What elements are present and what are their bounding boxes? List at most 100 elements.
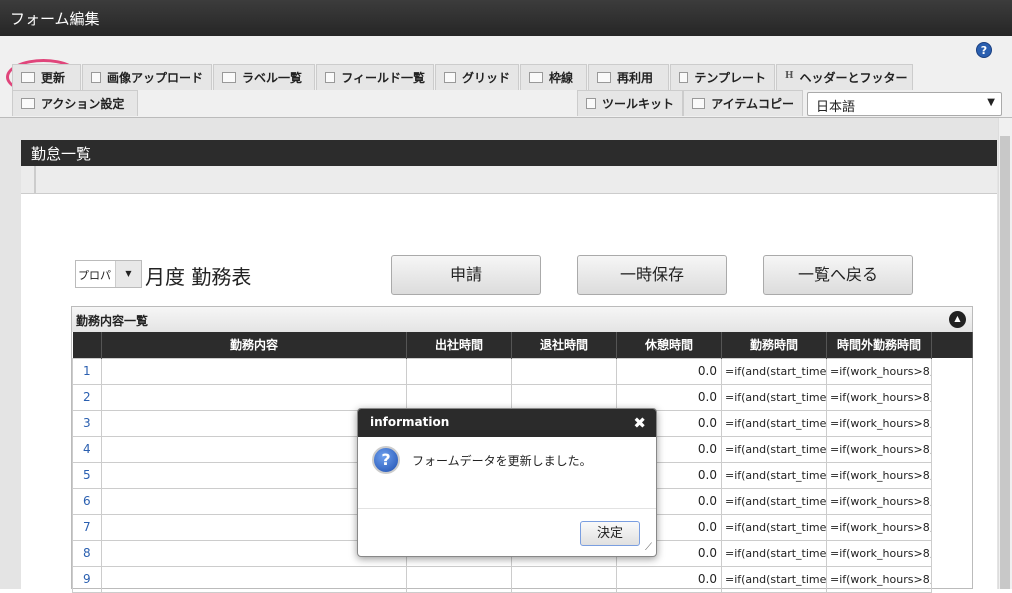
table-cell[interactable]: =if(work_hours>8, — [826, 513, 932, 541]
table-cell[interactable]: =if(work_hours>8, — [826, 435, 932, 463]
table-cell[interactable]: =if(work_hours>8, — [826, 539, 932, 567]
tab-reuse[interactable]: 再利用 — [588, 64, 669, 90]
list-icon — [222, 72, 236, 83]
tab-label: ヘッダーとフッター — [799, 71, 908, 85]
close-icon[interactable]: ✖ — [633, 414, 646, 432]
column-header — [72, 332, 102, 358]
apply-button[interactable]: 申請 — [391, 255, 541, 295]
table-cell[interactable]: =if(work_hours>8, — [826, 357, 932, 385]
grid-icon — [444, 72, 456, 83]
month-value: プロパ — [78, 269, 111, 282]
tab-field-list[interactable]: フィールド一覧 — [316, 64, 434, 90]
toolbox-icon — [586, 98, 596, 109]
tab-label: テンプレート — [694, 71, 766, 85]
column-header: 時間外勤務時間 — [826, 332, 932, 358]
tab-label: ツールキット — [601, 97, 674, 111]
tab-grid[interactable]: グリッド — [435, 64, 519, 90]
table-cell[interactable]: =if(and(start_time> — [721, 513, 827, 541]
tab-label: 画像アップロード — [106, 71, 203, 85]
table-cell[interactable] — [511, 565, 617, 593]
ok-button[interactable]: 決定 — [580, 521, 640, 546]
table-cell[interactable]: 0.0 — [616, 383, 722, 411]
list-icon — [325, 72, 336, 83]
dialog-message: フォームデータを更新しました。 — [412, 454, 592, 468]
table-row: 9 0.0 =if(and(start_time> =if(work_hours>8, — [72, 565, 973, 593]
table-cell[interactable] — [406, 383, 512, 411]
table-cell — [931, 462, 973, 488]
table-cell — [931, 514, 973, 540]
window-title: フォーム編集 — [0, 0, 1012, 36]
row-number: 4 — [72, 435, 102, 463]
table-cell[interactable]: =if(work_hours>8, — [826, 409, 932, 437]
tab-header-footer[interactable]: H ヘッダーとフッター — [776, 64, 913, 90]
table-cell[interactable]: =if(and(start_time> — [721, 383, 827, 411]
table-cell[interactable]: =if(work_hours>8, — [826, 487, 932, 515]
column-header: 退社時間 — [511, 332, 617, 358]
table-cell[interactable]: =if(and(start_time> — [721, 435, 827, 463]
table-cell — [931, 358, 973, 384]
back-to-list-button[interactable]: 一覧へ戻る — [763, 255, 913, 295]
tab-label: グリッド — [461, 71, 510, 85]
table-cell[interactable] — [101, 383, 407, 411]
column-header: 休憩時間 — [616, 332, 722, 358]
temp-save-button[interactable]: 一時保存 — [577, 255, 727, 295]
table-cell[interactable]: 0.0 — [616, 357, 722, 385]
tab-template[interactable]: テンプレート — [670, 64, 775, 90]
scrollbar-thumb[interactable] — [1000, 136, 1010, 589]
month-select[interactable]: プロパ ▼ — [75, 260, 142, 288]
table-cell[interactable] — [101, 565, 407, 593]
table-cell[interactable]: 0.0 — [616, 565, 722, 593]
table-cell[interactable]: =if(and(start_time> — [721, 357, 827, 385]
collapse-icon[interactable]: ▲ — [949, 311, 966, 328]
tab-label: 更新 — [41, 71, 66, 85]
row-number: 3 — [72, 409, 102, 437]
table-cell[interactable]: =if(and(start_time> — [721, 461, 827, 489]
tab-refresh[interactable]: 更新 — [12, 64, 81, 90]
table-cell[interactable]: =if(and(start_time> — [721, 409, 827, 437]
table-cell[interactable] — [101, 357, 407, 385]
tab-label: アクション設定 — [41, 97, 125, 111]
dropdown-arrow-icon[interactable]: ▼ — [115, 261, 141, 287]
dropdown-arrow-icon: ▼ — [987, 97, 995, 108]
row-number: 9 — [72, 565, 102, 593]
table-cell[interactable]: =if(and(start_time> — [721, 565, 827, 593]
table-cell[interactable]: =if(and(start_time> — [721, 539, 827, 567]
panel-title: 勤務内容一覧 — [72, 307, 972, 332]
column-header: 勤務内容 — [101, 332, 407, 358]
table-cell[interactable]: =if(work_hours>8, — [826, 383, 932, 411]
table-cell[interactable] — [511, 383, 617, 411]
table-cell[interactable]: =if(and(start_time> — [721, 487, 827, 515]
refresh-arrow-icon — [21, 72, 35, 83]
table-cell[interactable] — [406, 357, 512, 385]
tab-border[interactable]: 枠線 — [520, 64, 587, 90]
tab-label-list[interactable]: ラベル一覧 — [213, 64, 315, 90]
table-cell — [931, 488, 973, 514]
tab-label: アイテムコピー — [711, 97, 794, 111]
dialog-title: information — [358, 409, 656, 437]
resize-grip-icon[interactable]: ⟋ — [645, 542, 652, 553]
tab-label: フィールド一覧 — [341, 71, 425, 85]
column-header: 勤務時間 — [721, 332, 827, 358]
table-cell[interactable] — [406, 565, 512, 593]
table-cell[interactable]: =if(work_hours>8, — [826, 565, 932, 593]
table-cell — [931, 410, 973, 436]
form-title: 勤怠一覧 — [21, 140, 997, 166]
tab-image-upload[interactable]: 画像アップロード — [82, 64, 212, 90]
table-cell[interactable] — [511, 357, 617, 385]
tab-item-copy[interactable]: アイテムコピー — [683, 90, 803, 116]
help-icon[interactable]: ? — [976, 42, 992, 58]
table-cell — [931, 540, 973, 566]
row-number: 1 — [72, 357, 102, 385]
row-number: 5 — [72, 461, 102, 489]
row-number: 7 — [72, 513, 102, 541]
tab-label: ラベル一覧 — [242, 71, 303, 85]
action-arrow-icon — [21, 98, 35, 109]
language-select[interactable]: 日本語 ▼ — [807, 92, 1002, 116]
column-header: 出社時間 — [406, 332, 512, 358]
row-number: 8 — [72, 539, 102, 567]
table-row: 2 0.0 =if(and(start_time> =if(work_hours>8, — [72, 383, 973, 411]
tab-action-settings[interactable]: アクション設定 — [12, 90, 138, 116]
image-upload-icon — [91, 72, 101, 83]
table-cell[interactable]: =if(work_hours>8, — [826, 461, 932, 489]
tab-toolkit[interactable]: ツールキット — [577, 90, 683, 116]
